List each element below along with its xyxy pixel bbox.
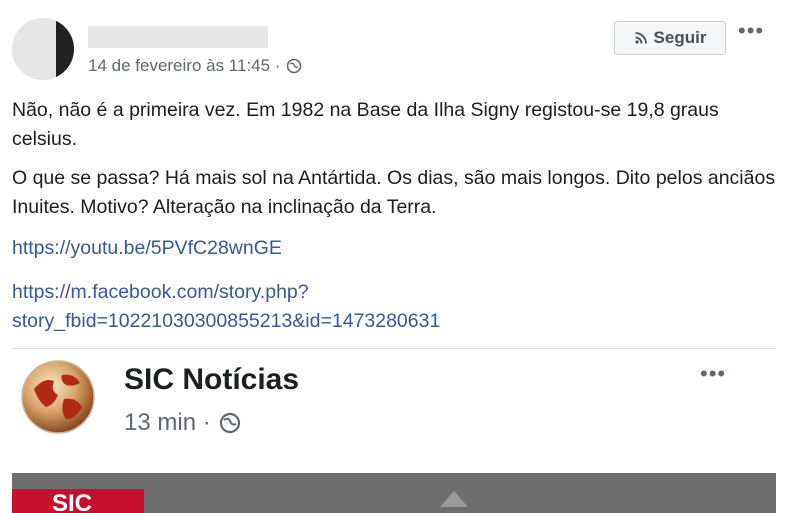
timestamp-text: 14 de fevereiro às 11:45 · <box>88 56 281 75</box>
shared-post-time[interactable]: 13 min · <box>124 409 241 437</box>
post-paragraph-2: O que se passa? Há mais sol na Antártida… <box>12 167 776 218</box>
post-timestamp[interactable]: 14 de fevereiro às 11:45 · <box>88 56 302 76</box>
shared-page-name[interactable]: SIC Notícias <box>124 363 299 397</box>
post-more-menu-button[interactable]: ••• <box>738 18 764 44</box>
follow-label: Seguir <box>653 28 707 47</box>
follow-button[interactable]: Seguir <box>614 21 726 55</box>
sic-globe-logo[interactable] <box>20 359 96 435</box>
post-paragraph-1: Não, não é a primeira vez. Em 1982 na Ba… <box>12 99 719 150</box>
play-indicator-icon <box>440 491 468 507</box>
facebook-story-link[interactable]: https://m.facebook.com/story.php? story_… <box>12 278 772 336</box>
globe-icon <box>219 412 240 434</box>
shared-post-more-menu-button[interactable]: ••• <box>700 361 726 387</box>
sic-media-badge: SIC <box>12 489 144 513</box>
shared-time-text: 13 min · <box>124 409 211 436</box>
avatar-edge <box>56 18 74 80</box>
shared-post[interactable]: SIC Notícias 13 min · ••• SIC <box>12 348 776 513</box>
rss-icon <box>634 32 647 44</box>
facebook-story-link-line1[interactable]: https://m.facebook.com/story.php? <box>12 278 772 307</box>
author-name-redacted[interactable] <box>88 26 268 48</box>
youtube-link[interactable]: https://youtu.be/5PVfC28wnGE <box>12 237 282 260</box>
shared-media-preview[interactable]: SIC <box>12 473 776 513</box>
globe-icon <box>287 58 302 74</box>
avatar[interactable] <box>12 18 74 80</box>
post-body: Não, não é a primeira vez. Em 1982 na Ba… <box>12 96 782 232</box>
facebook-story-link-line2[interactable]: story_fbid=10221030300855213&id=14732806… <box>12 307 772 336</box>
